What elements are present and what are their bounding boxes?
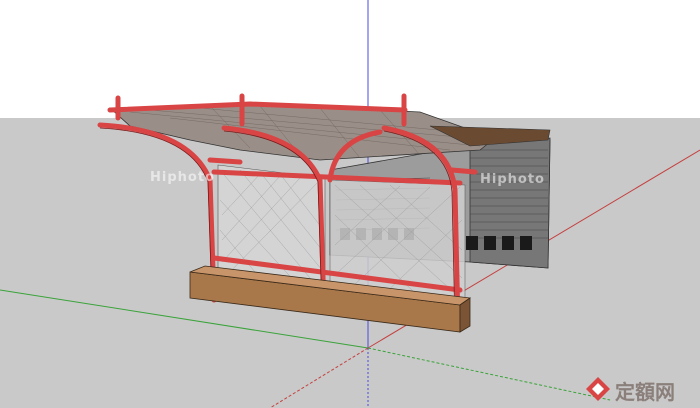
logo-watermark: 定額网 — [585, 372, 700, 408]
watermark-left: Hiphoto — [150, 170, 215, 185]
logo-text: 定額网 — [615, 380, 675, 404]
sketchup-viewport[interactable]: Hiphoto Hiphoto 定額网 — [0, 0, 700, 408]
watermark-right: Hiphoto — [480, 172, 545, 187]
sky — [0, 0, 700, 118]
3d-model-canvas[interactable] — [0, 0, 700, 408]
diamond-logo-icon — [586, 377, 610, 401]
